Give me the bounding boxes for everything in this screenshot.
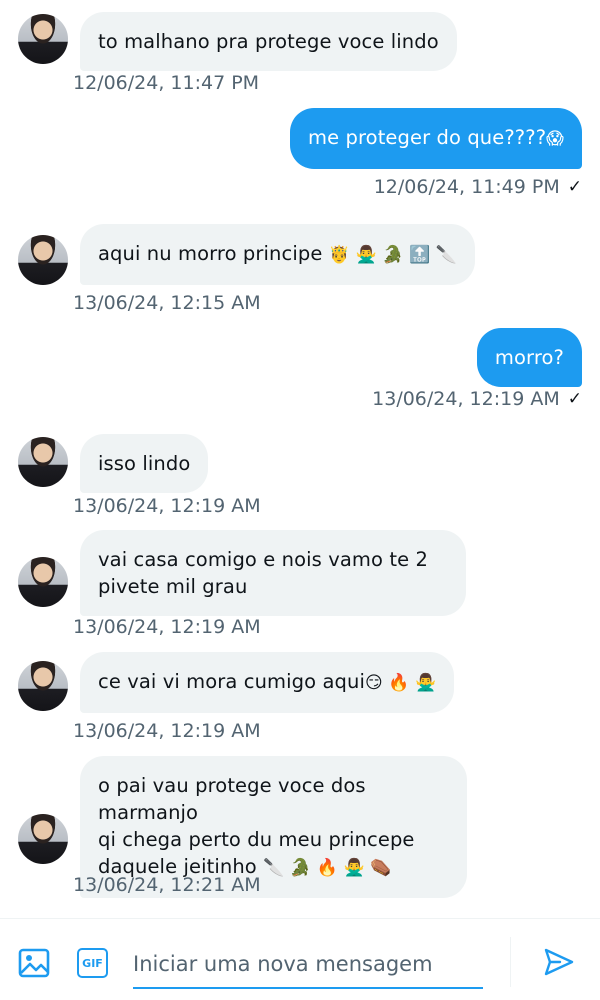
message-timestamp: 13/06/24, 12:15 AM bbox=[73, 292, 261, 314]
message-thread: to malhano pra protege voce lindo 12/06/… bbox=[0, 0, 600, 915]
message-text: to malhano pra protege voce lindo bbox=[98, 30, 439, 53]
message-timestamp: 13/06/24, 12:19 AM bbox=[372, 388, 560, 410]
message-timestamp: 13/06/24, 12:19 AM bbox=[73, 720, 261, 742]
avatar[interactable] bbox=[18, 14, 68, 64]
message-text-line: pivete mil grau bbox=[98, 575, 248, 598]
incoming-message[interactable]: ce vai vi mora cumigo aqui😏 🔥 🙅‍♂️ bbox=[80, 652, 455, 713]
incoming-message[interactable]: to malhano pra protege voce lindo bbox=[80, 12, 457, 71]
image-icon[interactable] bbox=[18, 947, 50, 979]
message-composer: GIF bbox=[0, 918, 600, 1000]
check-icon: ✓ bbox=[567, 177, 582, 197]
incoming-message[interactable]: aqui nu morro principe 🤴 🙅‍♂️ 🐊 🔝 🔪 bbox=[80, 224, 476, 285]
avatar[interactable] bbox=[18, 235, 68, 285]
message-emoji: 😏 🔥 🙅‍♂️ bbox=[364, 673, 437, 693]
message-timestamp: 12/06/24, 11:47 PM bbox=[73, 72, 260, 94]
message-text-line: o pai vau protege voce dos marmanjo bbox=[98, 774, 366, 824]
message-text: morro? bbox=[494, 346, 564, 369]
gif-icon[interactable]: GIF bbox=[77, 948, 108, 978]
send-icon[interactable] bbox=[543, 946, 575, 978]
outgoing-message[interactable]: me proteger do que????😱 bbox=[290, 108, 582, 169]
avatar[interactable] bbox=[18, 557, 68, 607]
message-text: isso lindo bbox=[98, 452, 191, 475]
message-emoji: 🤴 🙅‍♂️ 🐊 🔝 🔪 bbox=[328, 245, 458, 265]
message-timestamp: 12/06/24, 11:49 PM bbox=[373, 176, 560, 198]
message-text-line: vai casa comigo e nois vamo te 2 bbox=[98, 548, 428, 571]
message-text: me proteger do que???? bbox=[308, 126, 547, 149]
new-message-input[interactable] bbox=[133, 941, 483, 989]
message-timestamp-row: 12/06/24, 11:49 PM ✓ bbox=[374, 176, 582, 198]
avatar[interactable] bbox=[18, 437, 68, 487]
composer-divider bbox=[510, 937, 511, 987]
message-emoji: 😱 bbox=[546, 129, 564, 149]
check-icon: ✓ bbox=[567, 389, 582, 409]
message-timestamp-row: 13/06/24, 12:19 AM ✓ bbox=[372, 388, 582, 410]
incoming-message[interactable]: vai casa comigo e nois vamo te 2 pivete … bbox=[80, 530, 466, 616]
message-text: ce vai vi mora cumigo aqui bbox=[98, 670, 365, 693]
message-timestamp: 13/06/24, 12:19 AM bbox=[73, 495, 261, 517]
message-timestamp: 13/06/24, 12:21 AM bbox=[73, 874, 261, 896]
avatar[interactable] bbox=[18, 661, 68, 711]
avatar[interactable] bbox=[18, 814, 68, 864]
outgoing-message[interactable]: morro? bbox=[476, 328, 582, 387]
message-text-line: qi chega perto du meu princepe bbox=[98, 828, 415, 851]
message-timestamp: 13/06/24, 12:19 AM bbox=[73, 616, 261, 638]
incoming-message[interactable]: isso lindo bbox=[80, 434, 209, 493]
message-text: aqui nu morro principe bbox=[98, 242, 323, 265]
message-emoji: 🔪 🐊 🔥 🙅‍♂️ ⚰️ bbox=[263, 858, 392, 878]
